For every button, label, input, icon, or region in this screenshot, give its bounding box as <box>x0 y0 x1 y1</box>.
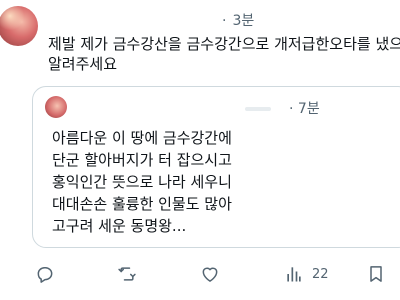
avatar-highlight <box>0 6 38 46</box>
quoted-text-line: 홍익인간 뜻으로 나라 세우니 <box>52 173 232 191</box>
tweet-meta: · 3분 <box>222 10 254 30</box>
bookmark-button[interactable] <box>366 262 386 286</box>
action-bar: 22 <box>0 258 400 290</box>
author-avatar[interactable] <box>0 6 38 46</box>
retweet-icon <box>118 267 136 281</box>
quoted-text-line: 단군 할아버지가 터 잡으시고 <box>52 151 232 169</box>
tweet-time[interactable]: 3분 <box>232 13 254 29</box>
retweet-button[interactable] <box>117 262 137 286</box>
quoted-tweet-meta: · 7분 <box>289 98 320 118</box>
views-icon <box>287 267 301 282</box>
quoted-author-avatar <box>45 96 67 118</box>
quoted-text-line: 대대손손 훌륭한 인물도 많아 <box>52 195 232 213</box>
reply-icon <box>37 267 53 283</box>
separator-dot: · <box>289 101 298 117</box>
quoted-tweet-text: 아름다운 이 땅에 금수강간에 단군 할아버지가 터 잡으시고 홍익인간 뜻으로… <box>52 127 382 237</box>
heart-icon <box>202 267 218 282</box>
tweet-text-line: 제발 제가 금수강산을 금수강간으로 개저급한오타를 냈으 <box>48 35 400 53</box>
tweet[interactable]: · 3분 제발 제가 금수강산을 금수강간으로 개저급한오타를 냈으 알려주세요 … <box>0 0 400 300</box>
quoted-author-name-redacted <box>245 107 271 111</box>
quoted-tweet[interactable]: · 7분 아름다운 이 땅에 금수강간에 단군 할아버지가 터 잡으시고 홍익인… <box>32 86 400 248</box>
quoted-text-line: 아름다운 이 땅에 금수강간에 <box>52 129 232 147</box>
quoted-tweet-time: 7분 <box>297 101 320 117</box>
reply-button[interactable] <box>35 262 55 286</box>
tweet-text-line: 알려주세요 <box>48 55 118 73</box>
quoted-text-line: 고구려 세운 동명왕... <box>52 217 187 235</box>
bookmark-icon <box>370 266 382 282</box>
tweet-text: 제발 제가 금수강산을 금수강간으로 개저급한오타를 냈으 알려주세요 <box>48 34 400 74</box>
separator-dot: · <box>222 13 227 29</box>
views-count: 22 <box>312 266 329 282</box>
views-button[interactable]: 22 <box>284 262 329 286</box>
like-button[interactable] <box>200 262 220 286</box>
